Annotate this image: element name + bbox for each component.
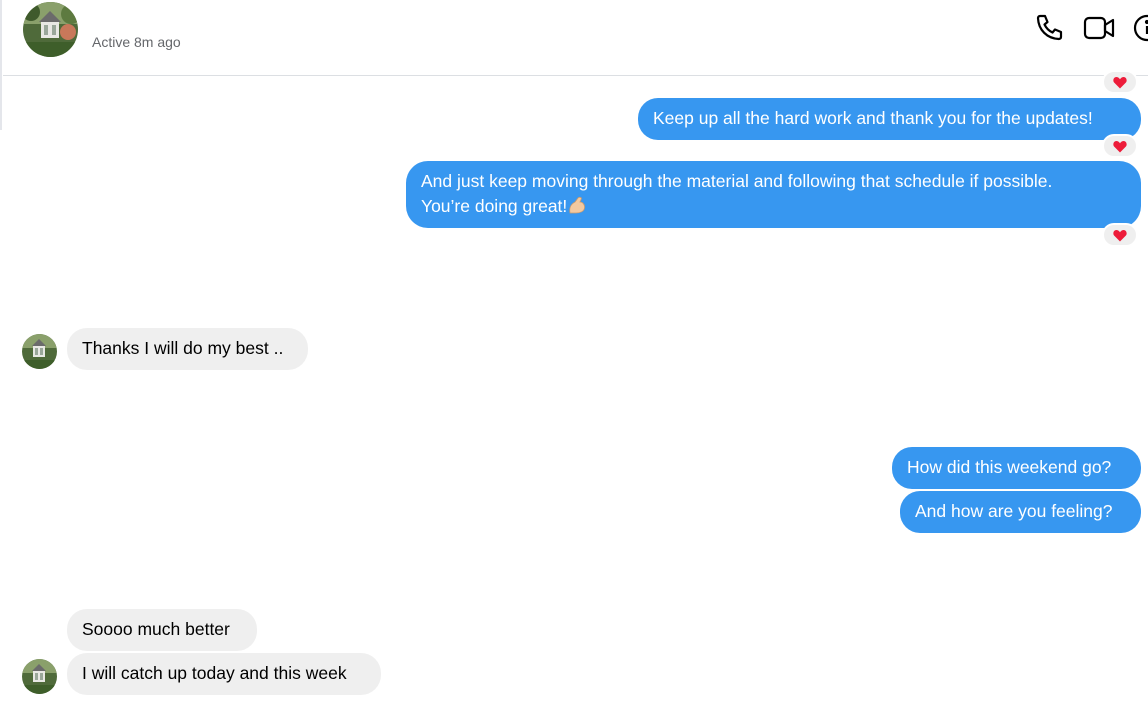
outgoing-message[interactable]: Keep up all the hard work and thank you … xyxy=(638,98,1141,140)
chat-window: Active 8m ago Keep up all the hard work … xyxy=(0,0,1148,726)
incoming-message[interactable]: Soooo much better xyxy=(67,609,257,651)
heart-reaction[interactable] xyxy=(1102,134,1138,158)
outgoing-message[interactable]: And how are you feeling? xyxy=(900,491,1141,533)
heart-icon xyxy=(1113,76,1127,88)
phone-icon[interactable] xyxy=(1033,12,1065,44)
message-line: And just keep moving through the materia… xyxy=(421,171,1053,191)
info-icon[interactable] xyxy=(1131,12,1148,44)
heart-reaction[interactable] xyxy=(1102,70,1138,94)
message-line: You’re doing great! xyxy=(421,194,1127,219)
chat-header: Active 8m ago xyxy=(3,0,1148,76)
heart-reaction[interactable] xyxy=(1102,223,1138,247)
flexed-biceps-icon xyxy=(569,196,586,214)
contact-avatar-small[interactable] xyxy=(22,334,57,369)
heart-icon xyxy=(1113,140,1127,152)
outgoing-message[interactable]: How did this weekend go? xyxy=(892,447,1141,489)
active-status: Active 8m ago xyxy=(92,34,181,50)
incoming-message[interactable]: I will catch up today and this week xyxy=(67,653,381,695)
contact-avatar-small[interactable] xyxy=(22,659,57,694)
message-line-text: You’re doing great! xyxy=(421,196,568,216)
message-thread[interactable]: Keep up all the hard work and thank you … xyxy=(0,70,1148,726)
video-camera-icon[interactable] xyxy=(1082,12,1115,44)
outgoing-message[interactable]: And just keep moving through the materia… xyxy=(406,161,1141,228)
heart-icon xyxy=(1113,229,1127,241)
contact-avatar[interactable] xyxy=(23,2,78,57)
incoming-message[interactable]: Thanks I will do my best .. xyxy=(67,328,308,370)
